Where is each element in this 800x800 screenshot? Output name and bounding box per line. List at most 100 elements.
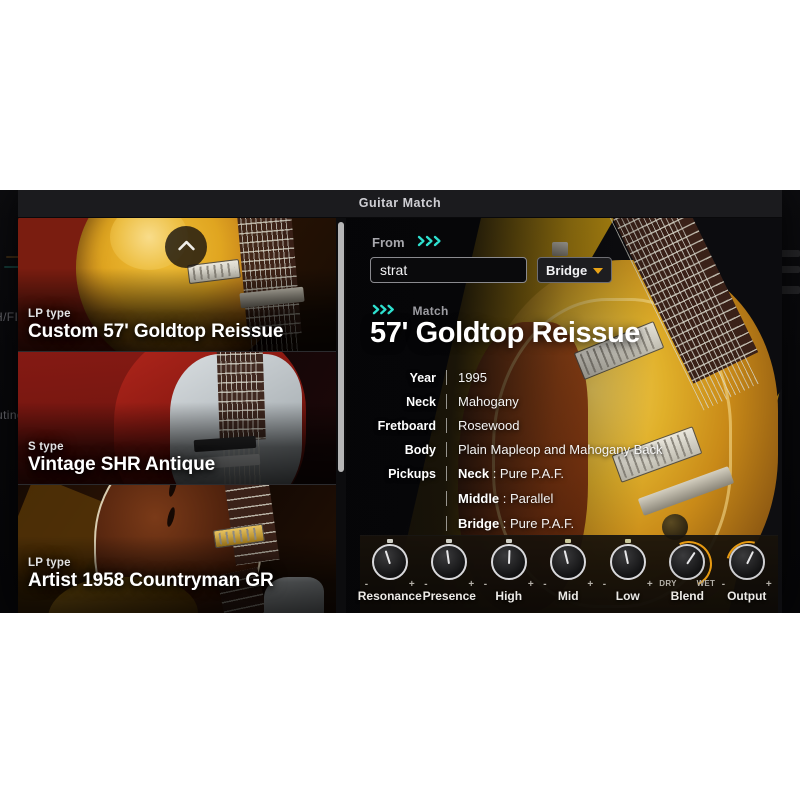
- knob-max-label: +: [408, 579, 415, 590]
- pickup-position: Neck: [458, 466, 490, 481]
- spec-key: Body: [404, 443, 436, 457]
- pickup-separator: :: [499, 491, 511, 506]
- knob-dial[interactable]: [717, 532, 781, 596]
- match-title: 57' Goldtop Reissue: [370, 317, 641, 349]
- spec-row: Fretboard Rosewood: [346, 418, 782, 433]
- knob-pointer: [507, 549, 511, 565]
- pickup-position: Middle: [458, 491, 500, 506]
- pickup-value: Parallel: [510, 491, 554, 506]
- spec-value: Neck : Pure P.A.F.: [446, 466, 564, 481]
- spec-key: Fretboard: [377, 419, 436, 433]
- knob-max-label: WET: [696, 579, 716, 588]
- screenshot-canvas: H/FIL P uting OMP C Guitar Match: [0, 0, 800, 800]
- knob-max-label: +: [527, 579, 534, 590]
- guitar-type: LP type: [28, 307, 71, 320]
- knob-low[interactable]: - + Low: [598, 539, 658, 613]
- knob-dial[interactable]: [431, 539, 468, 580]
- knob-label: Mid: [557, 589, 579, 603]
- spec-value: Rosewood: [446, 418, 519, 433]
- pickup-position: Bridge: [458, 516, 500, 531]
- knob-pointer: [446, 549, 451, 565]
- window-title: Guitar Match: [358, 196, 442, 210]
- knob-high[interactable]: - + High: [479, 539, 539, 613]
- knob-max-label: +: [765, 579, 772, 590]
- from-label: From: [372, 235, 405, 251]
- pickup-position-select[interactable]: Bridge: [537, 257, 612, 283]
- spec-value: Bridge : Pure P.A.F.: [446, 516, 574, 531]
- collapse-button[interactable]: [165, 226, 207, 268]
- match-label: Match: [412, 303, 449, 318]
- knob-dial[interactable]: [659, 534, 719, 594]
- guitar-name: Vintage SHR Antique: [28, 454, 216, 475]
- spec-row-pickups: Middle : Parallel: [346, 491, 782, 506]
- sidebar-scrollbar-thumb[interactable]: [338, 222, 344, 472]
- knob-range: - +: [483, 579, 535, 590]
- list-item-label: LP type Custom 57' Goldtop Reissue: [28, 308, 283, 343]
- knob-dial[interactable]: [609, 539, 646, 580]
- knob-range: DRY WET: [659, 579, 716, 590]
- guitar-name: Artist 1958 Countryman GR: [28, 570, 274, 591]
- knob-pointer: [623, 550, 629, 565]
- search-input[interactable]: [370, 257, 527, 283]
- search-row: Bridge: [370, 257, 612, 283]
- spec-key: Year: [409, 371, 436, 385]
- guitar-list-sidebar[interactable]: LP type Custom 57' Goldtop Reissue S typ…: [18, 218, 336, 613]
- knob-dial[interactable]: [550, 539, 587, 580]
- knob-resonance[interactable]: - + Resonance: [357, 539, 422, 613]
- knob-min-label: -: [424, 579, 428, 590]
- chevron-right-triple-icon: [417, 234, 445, 251]
- knob-label: High: [495, 589, 523, 603]
- knob-label: Presence: [422, 589, 476, 603]
- knob-led: [386, 539, 393, 543]
- guitar-name: Custom 57' Goldtop Reissue: [28, 320, 284, 342]
- window-titlebar: Guitar Match: [18, 190, 782, 218]
- spec-row: Body Plain Mapleop and Mahogany Back: [346, 442, 782, 457]
- spec-value: Middle : Parallel: [446, 491, 553, 506]
- knob-dial[interactable]: [490, 539, 527, 580]
- list-item[interactable]: S type Vintage SHR Antique: [18, 351, 336, 485]
- knob-led: [565, 539, 572, 543]
- knob-output[interactable]: - + Output: [717, 532, 781, 613]
- knob-pointer: [384, 550, 391, 565]
- spec-key: Pickups: [388, 467, 436, 481]
- list-item[interactable]: LP type Artist 1958 Countryman GR: [18, 485, 336, 613]
- knob-range: - +: [721, 579, 773, 590]
- guitar-type: S type: [28, 441, 64, 453]
- knob-range: - +: [364, 579, 416, 590]
- knob-mid[interactable]: - + Mid: [539, 539, 599, 613]
- spec-row: Year 1995: [346, 370, 782, 385]
- knob-min-label: DRY: [659, 579, 677, 588]
- knob-blend[interactable]: DRY WET Blend: [658, 534, 719, 613]
- knob-label: Resonance: [357, 589, 422, 603]
- knob-led: [624, 539, 631, 543]
- knob-min-label: -: [543, 579, 547, 590]
- knob-presence[interactable]: - + Presence: [420, 539, 480, 613]
- knob-min-label: -: [721, 579, 726, 590]
- photo-region: H/FIL P uting OMP C Guitar Match: [0, 190, 800, 613]
- knob-range: - +: [542, 579, 594, 590]
- knob-max-label: +: [646, 579, 653, 590]
- knob-label: Blend: [670, 589, 704, 603]
- spec-value: Plain Mapleop and Mahogany Back: [446, 442, 663, 457]
- knob-max-label: +: [468, 579, 475, 590]
- spec-value: 1995: [446, 370, 487, 385]
- spec-row-pickups: Bridge : Pure P.A.F.: [346, 516, 782, 531]
- list-item-label: S type Vintage SHR Antique: [28, 441, 215, 476]
- pickup-value: Pure P.A.F.: [510, 516, 575, 531]
- amp-control-panel: - + Resonance - + Presence - + High - + …: [357, 532, 781, 613]
- sidebar-scrollbar-track[interactable]: [336, 218, 346, 613]
- knob-led: [505, 539, 512, 543]
- caret-down-icon: [593, 268, 603, 274]
- list-item[interactable]: LP type Custom 57' Goldtop Reissue: [18, 218, 336, 352]
- knob-min-label: -: [483, 579, 488, 590]
- knob-max-label: +: [587, 579, 594, 590]
- knob-pointer: [563, 550, 570, 565]
- knob-min-label: -: [602, 579, 607, 590]
- knob-min-label: -: [364, 579, 369, 590]
- knob-led: [446, 539, 453, 543]
- spec-row-pickups: Pickups Neck : Pure P.A.F.: [346, 466, 782, 481]
- knob-dial[interactable]: [371, 539, 408, 580]
- pickup-separator: :: [499, 516, 511, 531]
- spec-value: Mahogany: [446, 394, 519, 409]
- match-detail-panel: From Bridge: [346, 218, 782, 613]
